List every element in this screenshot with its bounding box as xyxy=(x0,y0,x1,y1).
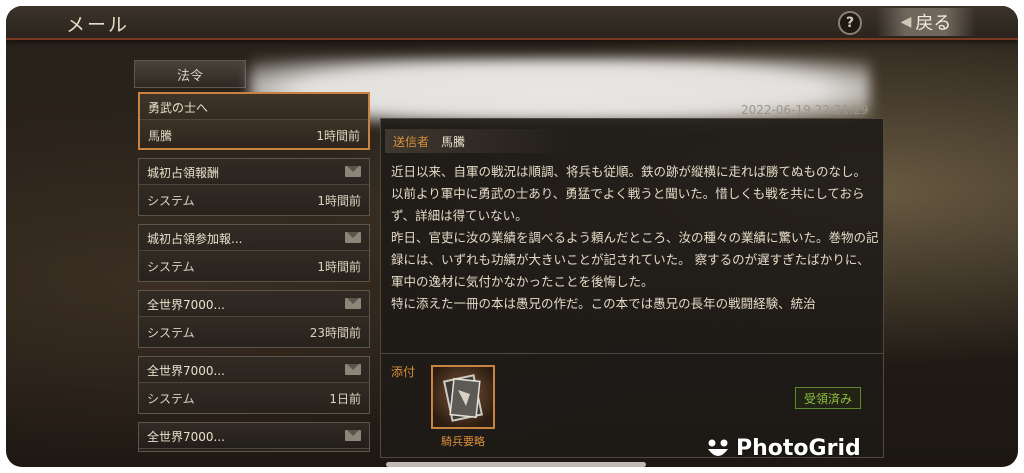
mail-subject: 全世界7000... xyxy=(139,291,369,317)
mail-subject: 城初占領報酬 xyxy=(139,159,369,185)
page-title: メール xyxy=(66,14,130,36)
mail-body[interactable]: 近日以来、自軍の戦況は順調、将兵も従順。鉄の跡が縦横に走れば勝てぬものなし。 以… xyxy=(391,161,881,351)
sender-name: 馬騰 xyxy=(441,134,466,149)
attachment-item[interactable] xyxy=(431,365,495,429)
back-button[interactable]: ◀ 戻る xyxy=(876,8,976,36)
photogrid-watermark: PhotoGrid xyxy=(706,436,861,461)
attachment-name: 騎兵要略 xyxy=(441,435,485,448)
sender-row: 送信者 馬騰 xyxy=(385,129,575,153)
body-paragraph: 昨日、官吏に汝の業績を調べるよう頼んだところ、汝の種々の業績に驚いた。巻物の記録… xyxy=(391,230,879,289)
help-button[interactable]: ? xyxy=(838,11,862,35)
home-indicator[interactable] xyxy=(386,462,646,467)
mail-time: 1日前 xyxy=(329,392,361,406)
mail-subject: 勇武の士へ xyxy=(140,94,368,120)
envelope-icon xyxy=(345,430,361,441)
back-label: 戻る xyxy=(915,13,952,34)
divider xyxy=(381,353,883,354)
body-paragraph: 近日以来、自軍の戦況は順調、将兵も従順。鉄の跡が縦横に走れば勝てぬものなし。 xyxy=(391,164,867,179)
mail-subject: 城初占領参加報... xyxy=(139,225,369,251)
mail-item[interactable]: 城初占領参加報... システム 1時間前 xyxy=(138,224,370,282)
mail-sender: システム xyxy=(147,326,195,340)
mail-timestamp: 2022-06-19 22:21:29 xyxy=(741,103,869,117)
tab-law[interactable]: 法令 xyxy=(134,60,246,88)
mail-sender: システム xyxy=(147,194,195,208)
body-paragraph: 特に添えた一冊の本は愚兄の作だ。この本では愚兄の長年の戦闘経験、統治 xyxy=(391,296,816,311)
mail-time: 1時間前 xyxy=(317,194,361,208)
mail-detail-panel: 送信者 馬騰 近日以来、自軍の戦況は順調、将兵も従順。鉄の跡が縦横に走れば勝てぬ… xyxy=(380,118,884,458)
mail-subject: 全世界7000... xyxy=(139,357,369,383)
photogrid-logo-icon xyxy=(708,439,728,456)
watermark-text: PhotoGrid xyxy=(736,436,861,461)
mail-subject: 全世界7000... xyxy=(139,423,369,449)
body-paragraph: 以前より軍中に勇武の士あり、勇猛でよく戦うと聞いた。惜しくも戦を共にしておらず、… xyxy=(391,186,865,223)
sender-label: 送信者 xyxy=(393,134,430,149)
mail-item[interactable]: 全世界7000... xyxy=(138,422,370,452)
mail-time: 1時間前 xyxy=(316,129,360,143)
mail-item[interactable]: 勇武の士へ 馬騰 1時間前 xyxy=(138,92,370,150)
top-bar: メール ? ◀ 戻る xyxy=(6,6,1018,40)
mail-item[interactable]: 全世界7000... システム 23時間前 xyxy=(138,290,370,348)
mail-time: 23時間前 xyxy=(309,326,361,340)
mail-item[interactable]: 全世界7000... システム 1日前 xyxy=(138,356,370,414)
chevron-left-icon: ◀ xyxy=(900,14,912,30)
mail-sender: システム xyxy=(147,260,195,274)
envelope-icon xyxy=(345,298,361,309)
book-icon xyxy=(442,374,484,422)
envelope-icon xyxy=(345,232,361,243)
envelope-icon xyxy=(345,364,361,375)
mail-sender: システム xyxy=(147,392,195,406)
game-screen: メール ? ◀ 戻る 法令 勇武の士へ 馬騰 1時間前 城初占領報酬 システム … xyxy=(6,6,1018,467)
envelope-icon xyxy=(345,166,361,177)
mail-item[interactable]: 城初占領報酬 システム 1時間前 xyxy=(138,158,370,216)
mail-sender: 馬騰 xyxy=(148,129,173,143)
claimed-status: 受領済み xyxy=(795,387,861,409)
mail-time: 1時間前 xyxy=(317,260,361,274)
attachment-label: 添付 xyxy=(391,365,416,379)
